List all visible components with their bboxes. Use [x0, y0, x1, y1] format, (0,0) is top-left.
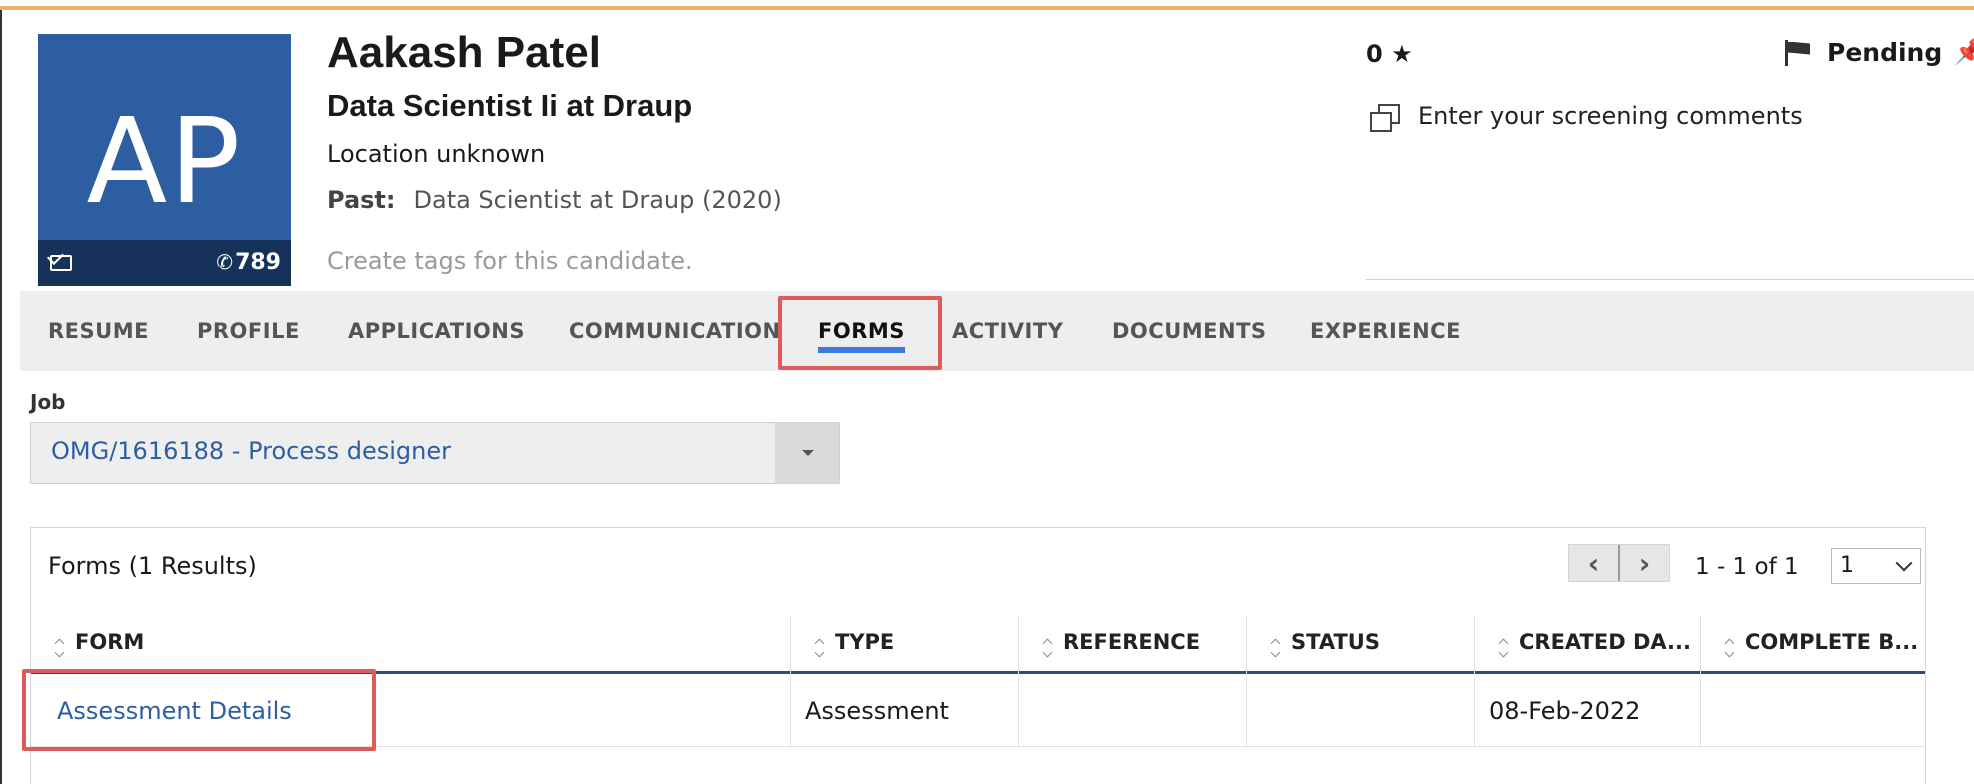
status-label: Pending: [1827, 38, 1943, 67]
column-label: FORM: [75, 630, 145, 654]
column-label: TYPE: [835, 630, 895, 654]
tab-profile[interactable]: PROFILE: [197, 291, 300, 371]
next-page-icon[interactable]: ›: [1620, 545, 1669, 581]
past-label: Past:: [327, 186, 396, 214]
phone-contact[interactable]: ✆789: [216, 250, 281, 275]
pin-icon[interactable]: 📌: [1954, 38, 1974, 66]
sort-icon: [815, 640, 825, 658]
job-label: Job: [30, 390, 66, 414]
top-strip: [0, 0, 1974, 10]
avatar: AP ✆789: [38, 34, 291, 286]
job-select-value: OMG/1616188 - Process designer: [51, 437, 452, 465]
sort-icon: [1499, 640, 1509, 658]
candidate-past: Past: Data Scientist at Draup (2020): [327, 186, 782, 214]
tab-bar: RESUME PROFILE APPLICATIONS COMMUNICATIO…: [20, 291, 1974, 371]
caret-down-icon[interactable]: [775, 423, 839, 483]
flag-icon: [1785, 39, 1813, 66]
phone-icon: ✆: [216, 250, 234, 274]
column-header-created-date[interactable]: CREATED DA...: [1474, 616, 1700, 674]
column-header-complete-by[interactable]: COMPLETE B...: [1700, 616, 1925, 674]
column-label: COMPLETE B...: [1745, 630, 1919, 654]
sort-icon: [1725, 640, 1735, 658]
tab-forms-label: FORMS: [818, 319, 905, 343]
tab-activity[interactable]: ACTIVITY: [952, 291, 1063, 371]
column-header-form[interactable]: FORM: [31, 616, 790, 674]
tab-documents[interactable]: DOCUMENTS: [1112, 291, 1267, 371]
sort-icon: [55, 640, 65, 658]
chevron-down-icon: [1895, 554, 1913, 572]
page-number-select[interactable]: 1: [1831, 548, 1921, 584]
rating[interactable]: 0 ★: [1366, 40, 1413, 68]
column-header-type[interactable]: TYPE: [790, 616, 1018, 674]
table-header: FORM TYPE REFERENCE STATUS CREATED DA...…: [31, 616, 1925, 674]
candidate-location: Location unknown: [327, 140, 546, 168]
tags-input[interactable]: Create tags for this candidate.: [327, 247, 693, 275]
column-label: CREATED DA...: [1519, 630, 1691, 654]
rating-value: 0: [1366, 40, 1383, 68]
status-flag[interactable]: Pending: [1785, 38, 1942, 67]
cell-complete-by: [1700, 677, 1925, 747]
star-icon: ★: [1391, 40, 1413, 68]
tab-applications[interactable]: APPLICATIONS: [348, 291, 525, 371]
tab-resume[interactable]: RESUME: [48, 291, 149, 371]
sort-icon: [1043, 640, 1053, 658]
cell-status: [1246, 677, 1474, 747]
forms-results-title: Forms (1 Results): [48, 552, 257, 580]
cell-reference: [1018, 677, 1246, 747]
past-value: Data Scientist at Draup (2020): [413, 186, 782, 214]
screening-comments[interactable]: Enter your screening comments: [1366, 90, 1974, 280]
mail-icon[interactable]: [50, 255, 72, 271]
sort-icon: [1271, 640, 1281, 658]
copy-icon: [1370, 104, 1400, 132]
column-label: STATUS: [1291, 630, 1380, 654]
page-number-value: 1: [1840, 553, 1854, 578]
cell-type: Assessment: [790, 677, 1018, 747]
job-select[interactable]: OMG/1616188 - Process designer: [30, 422, 840, 484]
forms-panel: Forms (1 Results) ‹ › 1 - 1 of 1 1 FORM …: [30, 527, 1926, 784]
column-label: REFERENCE: [1063, 630, 1201, 654]
active-tab-indicator: [818, 347, 905, 353]
window-edge: [0, 10, 2, 784]
column-header-reference[interactable]: REFERENCE: [1018, 616, 1246, 674]
cell-created-date: 08-Feb-2022: [1474, 677, 1700, 747]
page-range: 1 - 1 of 1: [1695, 554, 1799, 580]
screening-comments-placeholder: Enter your screening comments: [1418, 102, 1803, 130]
candidate-name: Aakash Patel: [327, 28, 601, 77]
form-link-assessment-details[interactable]: Assessment Details: [31, 677, 790, 747]
pager: ‹ ›: [1568, 544, 1670, 582]
tab-communication[interactable]: COMMUNICATION: [569, 291, 781, 371]
prev-page-icon[interactable]: ‹: [1569, 545, 1618, 581]
tab-experience[interactable]: EXPERIENCE: [1310, 291, 1461, 371]
candidate-title: Data Scientist Ii at Draup: [327, 88, 693, 123]
avatar-contact-bar: ✆789: [38, 240, 291, 286]
avatar-initials: AP: [86, 92, 243, 230]
phone-number: 789: [235, 250, 281, 275]
column-header-status[interactable]: STATUS: [1246, 616, 1474, 674]
table-row: Assessment Details Assessment 08-Feb-202…: [31, 677, 1925, 747]
tab-forms[interactable]: FORMS: [818, 291, 905, 371]
